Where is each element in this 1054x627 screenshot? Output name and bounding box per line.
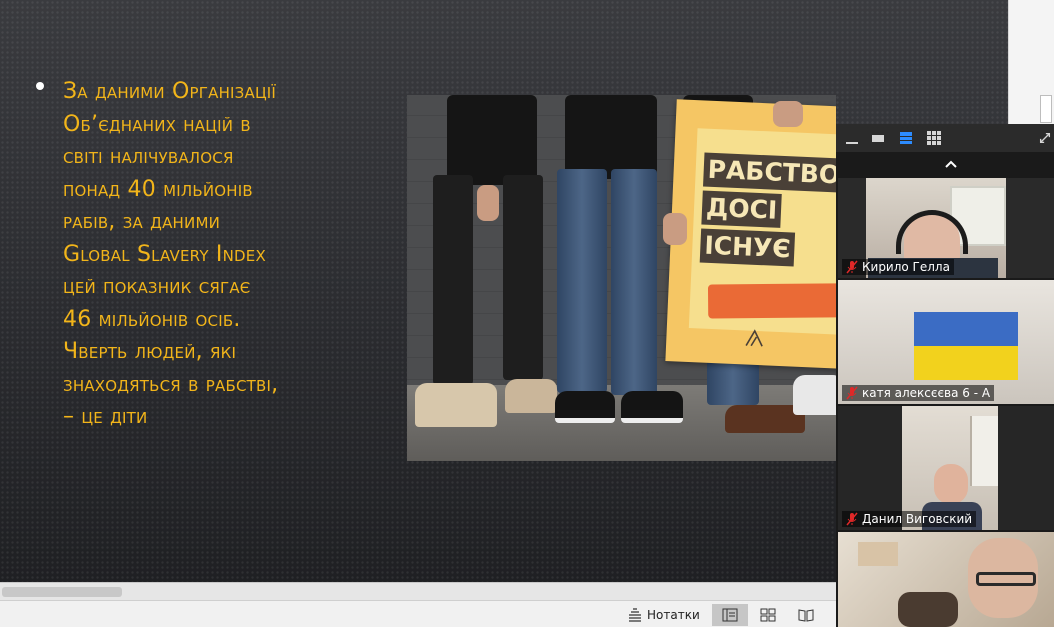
- notes-button[interactable]: Нотатки: [628, 605, 700, 625]
- strip-view-icon[interactable]: [898, 130, 914, 146]
- slide-bullet-item: За даними Організації Об’єднаних націй в…: [36, 76, 356, 434]
- participant-hand: [898, 592, 958, 627]
- chevron-up-icon: [945, 160, 957, 168]
- participant-tile[interactable]: Данил Виговский: [838, 406, 1054, 530]
- person-leg: [433, 175, 473, 385]
- protest-poster: РАБСТВО ДОСІ ІСНУЄ: [665, 99, 836, 369]
- glasses: [976, 572, 1036, 586]
- participant-tile[interactable]: [838, 532, 1054, 627]
- slide-sorter-icon: [760, 608, 776, 622]
- participant-tile[interactable]: Кирило Гелла: [838, 178, 1054, 278]
- wallpaper-pattern: [858, 542, 898, 566]
- desert-boot: [415, 383, 497, 427]
- participant-tile[interactable]: катя алексєєва 6 - А: [838, 280, 1054, 404]
- person-hand: [663, 213, 687, 245]
- screen: За даними Організації Об’єднаних націй в…: [0, 0, 1054, 627]
- orange-brush-stroke: [707, 283, 836, 319]
- poster-line-2: ДОСІ: [701, 190, 782, 228]
- reading-view-icon: [798, 609, 814, 622]
- participant-name-tag: катя алексєєва 6 - А: [842, 385, 995, 401]
- bullet-dot: [36, 82, 44, 90]
- participant-name: Данил Виговский: [862, 512, 973, 526]
- person-shirt: [447, 95, 537, 185]
- person-jeans: [611, 169, 657, 395]
- slide-sorter-button[interactable]: [750, 604, 786, 626]
- reading-view-button[interactable]: [788, 604, 824, 626]
- horizontal-scrollbar[interactable]: [0, 583, 836, 601]
- person-shirt: [565, 95, 657, 179]
- mic-muted-icon: [846, 512, 858, 526]
- scrollbar-thumb[interactable]: [1040, 95, 1052, 123]
- minimize-icon[interactable]: [844, 130, 860, 146]
- speaker-view-icon[interactable]: [870, 130, 886, 146]
- person-jeans: [557, 169, 607, 393]
- notes-icon: [629, 608, 641, 622]
- black-sneaker: [555, 391, 615, 423]
- participant-name-tag: Кирило Гелла: [842, 259, 954, 275]
- window-frame: [970, 416, 998, 486]
- expand-icon[interactable]: [1038, 130, 1052, 146]
- video-panel: Кирило Гелла катя алексєєва 6 - А Данил …: [836, 124, 1054, 627]
- scrollbar-thumb[interactable]: [2, 587, 122, 597]
- participant-name: катя алексєєва 6 - А: [862, 386, 991, 400]
- person-leg: [503, 175, 543, 380]
- poster-line-3: ІСНУЄ: [699, 228, 796, 267]
- slide-bullet-list: За даними Організації Об’єднаних націй в…: [36, 76, 356, 434]
- participant-name: Кирило Гелла: [862, 260, 950, 274]
- person-hand: [773, 101, 803, 127]
- vertical-scrollbar[interactable]: [1008, 0, 1054, 124]
- poster-line-1: РАБСТВО: [703, 152, 836, 193]
- participant-name-tag: Данил Виговский: [842, 511, 977, 527]
- notes-label: Нотатки: [647, 608, 700, 622]
- normal-view-icon: [722, 608, 738, 622]
- normal-view-button[interactable]: [712, 604, 748, 626]
- scroll-up-button[interactable]: [836, 152, 1054, 176]
- mic-muted-icon: [846, 260, 858, 274]
- person-hand: [477, 185, 499, 221]
- a21-logo-icon: [745, 329, 763, 347]
- participant-face: [934, 464, 968, 504]
- ukraine-flag-blue: [914, 312, 1018, 346]
- desert-boot: [505, 379, 557, 413]
- slide-photo: РАБСТВО ДОСІ ІСНУЄ: [407, 95, 836, 461]
- bullet-text: За даними Організації Об’єднаних націй в…: [63, 79, 279, 429]
- mic-muted-icon: [846, 386, 858, 400]
- video-panel-toolbar: [836, 124, 1054, 152]
- white-sneaker: [793, 375, 836, 415]
- gallery-view-icon[interactable]: [926, 130, 942, 146]
- black-sneaker: [621, 391, 683, 423]
- ukraine-flag-yellow: [914, 346, 1018, 380]
